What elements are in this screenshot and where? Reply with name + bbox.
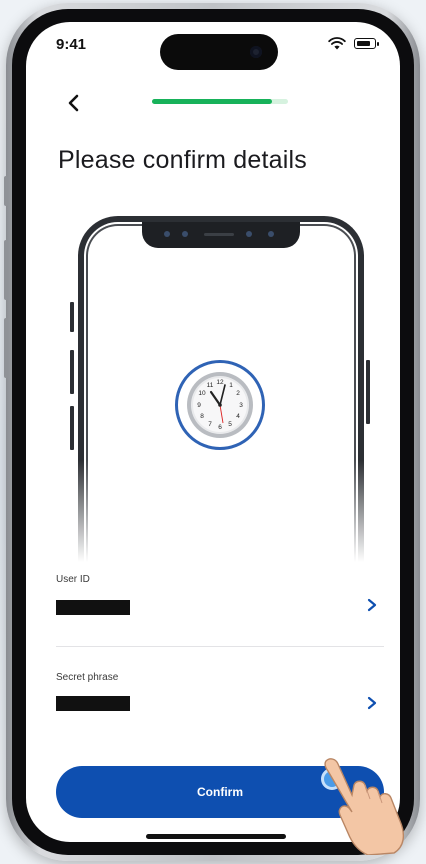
page-title: Please confirm details	[58, 146, 307, 174]
illustration-fade	[66, 460, 372, 580]
phone-volume-up-button	[4, 240, 8, 300]
dynamic-island	[160, 34, 278, 70]
status-icons	[328, 36, 379, 50]
svg-text:7: 7	[208, 421, 212, 428]
svg-text:4: 4	[236, 413, 240, 420]
clock-badge: 12 1 2 345 678 9 10 11	[175, 360, 265, 450]
secret-phrase-edit-chevron[interactable]	[365, 695, 379, 711]
chevron-right-icon	[367, 598, 377, 612]
pointing-hand-icon	[324, 758, 405, 855]
svg-text:8: 8	[200, 413, 204, 420]
notch-sensor	[182, 231, 188, 237]
svg-text:1: 1	[229, 382, 233, 389]
secret-phrase-value-redacted	[56, 696, 130, 711]
svg-text:3: 3	[239, 402, 243, 409]
secret-phrase-label: Secret phrase	[56, 672, 119, 683]
user-id-edit-chevron[interactable]	[365, 597, 379, 613]
illustration-notch	[142, 222, 300, 248]
confirm-button-label: Confirm	[197, 785, 243, 799]
field-divider	[56, 646, 384, 647]
notch-camera	[268, 231, 274, 237]
progress-bar	[152, 99, 288, 104]
illustration-side-button	[70, 350, 74, 394]
notch-sensor	[164, 231, 170, 237]
battery-icon	[354, 37, 379, 49]
phone-volume-down-button	[4, 318, 8, 378]
svg-text:2: 2	[236, 390, 240, 397]
wall-clock-icon: 12 12 345 678 91011	[187, 372, 253, 438]
wifi-icon	[328, 37, 346, 50]
front-camera	[250, 46, 262, 58]
svg-text:11: 11	[207, 382, 214, 389]
illustration-side-button	[366, 360, 370, 424]
svg-text:6: 6	[218, 424, 222, 431]
status-time: 9:41	[56, 36, 87, 53]
chevron-right-icon	[367, 696, 377, 710]
user-id-label: User ID	[56, 574, 90, 585]
phone-action-button	[4, 176, 8, 206]
chevron-left-icon	[68, 94, 79, 112]
notch-sensor	[246, 231, 252, 237]
progress-fill	[152, 99, 272, 104]
back-button[interactable]	[62, 88, 86, 118]
illustration-side-button	[70, 406, 74, 450]
svg-text:12: 12	[216, 379, 224, 386]
notch-speaker	[204, 233, 234, 236]
svg-text:10: 10	[198, 390, 206, 397]
app-screen: 9:41 Please confirm details 12 1 2 3 4 5…	[26, 22, 400, 842]
svg-text:5: 5	[228, 421, 232, 428]
illustration-side-button	[70, 302, 74, 332]
svg-text:9: 9	[197, 402, 201, 409]
home-indicator[interactable]	[146, 834, 286, 839]
user-id-value-redacted	[56, 600, 130, 615]
